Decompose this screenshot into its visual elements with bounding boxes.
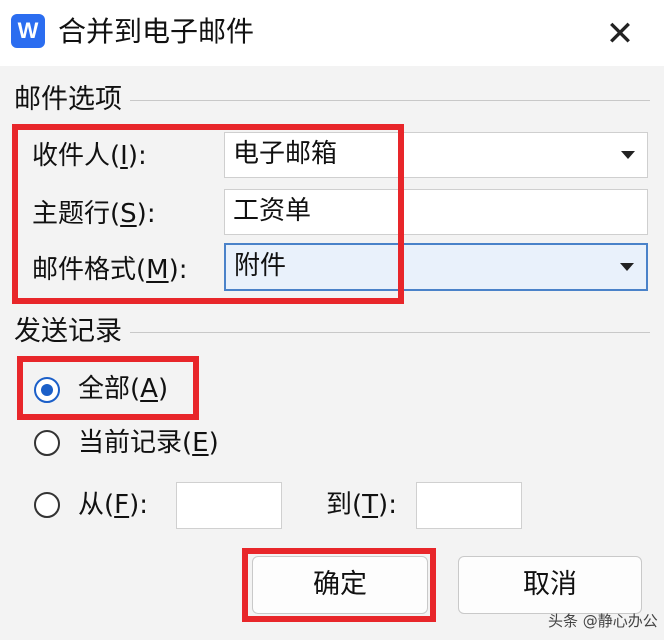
from-label[interactable]: 从(F): <box>78 487 148 523</box>
to-label: 到(T): <box>326 490 397 520</box>
wps-app-icon: W <box>11 14 45 48</box>
to-input[interactable] <box>416 482 522 529</box>
fields-highlight-box <box>12 124 404 304</box>
mail-options-divider <box>130 100 650 101</box>
mail-options-group-label: 邮件选项 <box>14 84 122 115</box>
source-watermark: 头条 @静心办公 <box>548 612 658 630</box>
range-radio[interactable] <box>34 492 60 518</box>
current-record-radio[interactable] <box>34 430 60 456</box>
cancel-button[interactable]: 取消 <box>458 556 642 614</box>
all-option-highlight-box <box>17 356 199 420</box>
from-input[interactable] <box>176 482 282 529</box>
close-button[interactable]: ✕ <box>598 12 642 56</box>
send-records-group-label: 发送记录 <box>14 316 122 347</box>
title-bar: W 合并到电子邮件 ✕ <box>0 0 664 66</box>
ok-button-highlight-box <box>242 548 436 622</box>
send-records-divider <box>130 332 650 333</box>
close-icon: ✕ <box>605 14 635 54</box>
current-record-label[interactable]: 当前记录(E) <box>78 425 219 461</box>
dialog-title: 合并到电子邮件 <box>58 15 255 48</box>
